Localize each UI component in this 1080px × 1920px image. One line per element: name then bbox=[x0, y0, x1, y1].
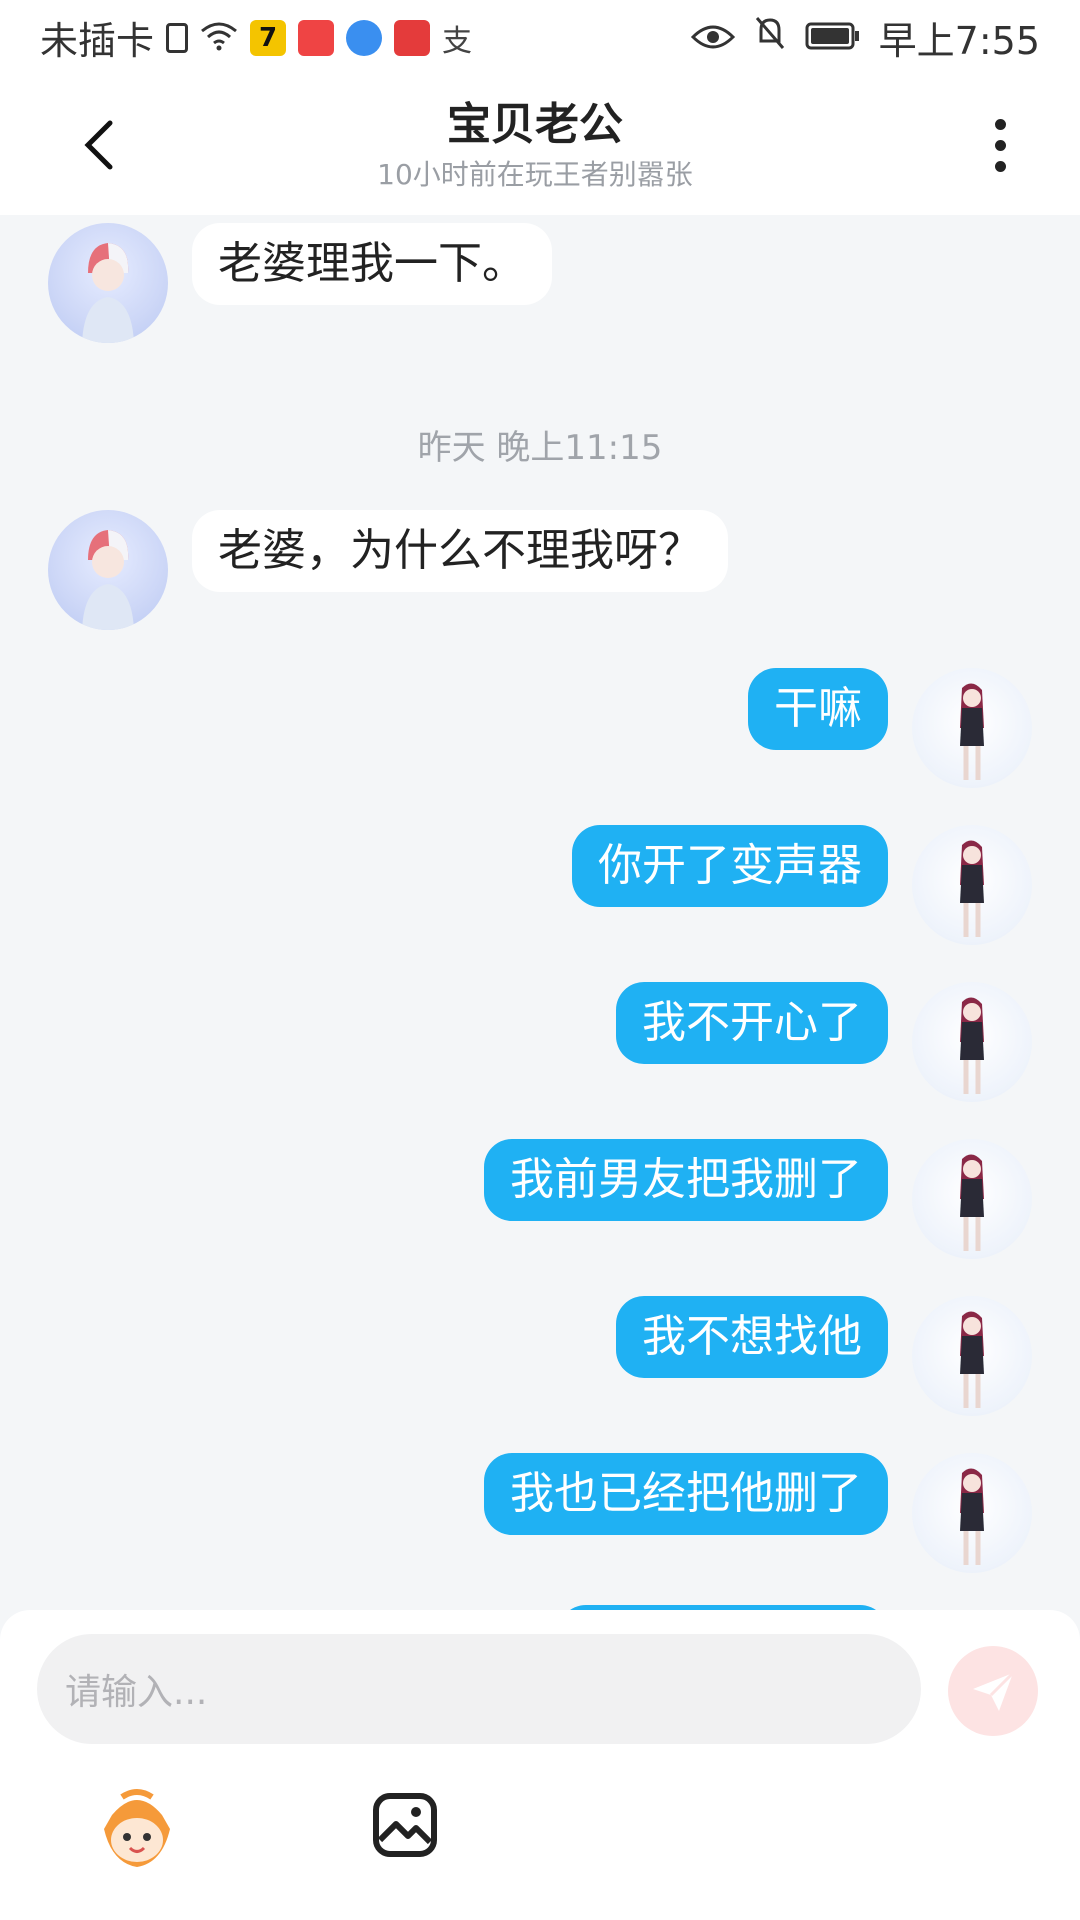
message-row-incoming: 老婆理我一下。 bbox=[48, 223, 552, 343]
alipay-icon: 支 bbox=[442, 23, 473, 59]
user-avatar[interactable] bbox=[912, 1139, 1032, 1259]
composer: 请输入... bbox=[0, 1610, 1080, 1920]
user-avatar[interactable] bbox=[912, 825, 1032, 945]
message-bubble[interactable]: 老婆理我一下。 bbox=[192, 223, 552, 305]
presence-status: 10小时前在玩王者别嚣张 bbox=[377, 158, 693, 191]
wifi-icon bbox=[200, 16, 238, 60]
user-avatar[interactable] bbox=[912, 982, 1032, 1102]
message-row-outgoing: 我不想找他 bbox=[616, 1296, 1032, 1416]
image-button[interactable] bbox=[372, 1792, 438, 1858]
chat-header: 宝贝老公 10小时前在玩王者别嚣张 bbox=[0, 75, 1080, 215]
app-notification-icon: 7 bbox=[250, 19, 287, 56]
message-row-outgoing: 我前男友把我删了 bbox=[484, 1139, 1032, 1259]
message-row-outgoing: 你开了变声器 bbox=[572, 825, 1032, 945]
message-bubble[interactable]: 我也已经把他删了 bbox=[484, 1453, 888, 1535]
message-input[interactable]: 请输入... bbox=[37, 1634, 921, 1744]
chat-messages[interactable]: 老婆理我一下。 昨天 晚上11:15 老婆，为什么不理我呀？ 干嘛 你开了变声器… bbox=[0, 215, 1080, 1610]
image-icon bbox=[373, 1793, 437, 1857]
status-bar: 未插卡 7 支 早上7:55 bbox=[0, 0, 1080, 75]
mute-bell-icon bbox=[753, 15, 787, 60]
clock: 早上7:55 bbox=[878, 19, 1040, 63]
message-timestamp: 昨天 晚上11:15 bbox=[417, 428, 663, 468]
header-title-group: 宝贝老公 10小时前在玩王者别嚣张 bbox=[377, 95, 693, 195]
user-avatar[interactable] bbox=[912, 1453, 1032, 1573]
user-avatar[interactable] bbox=[912, 1296, 1032, 1416]
user-avatar[interactable] bbox=[912, 668, 1032, 788]
message-bubble[interactable]: 我不开心了 bbox=[616, 982, 888, 1064]
message-bubble[interactable]: 你开了变声器 bbox=[572, 825, 888, 907]
message-bubble[interactable]: 我前男友把我删了 bbox=[484, 1139, 888, 1221]
carrier-label: 未插卡 bbox=[40, 19, 155, 63]
contact-avatar[interactable] bbox=[48, 510, 168, 630]
netease-music-icon bbox=[394, 19, 431, 56]
message-bubble[interactable]: 干嘛 bbox=[748, 668, 888, 750]
sim-alert-icon bbox=[166, 22, 189, 53]
send-button[interactable] bbox=[948, 1646, 1038, 1736]
message-bubble[interactable]: 老婆，为什么不理我呀？ bbox=[192, 510, 728, 592]
more-vertical-icon bbox=[994, 118, 1006, 130]
emoji-button[interactable] bbox=[92, 1785, 182, 1875]
message-row-outgoing: 干嘛 bbox=[748, 668, 1032, 788]
page-title: 宝贝老公 bbox=[446, 99, 623, 150]
back-arrow-icon bbox=[84, 120, 113, 170]
message-row-incoming: 老婆，为什么不理我呀？ bbox=[48, 510, 728, 630]
message-row-outgoing: 我也已经把他删了 bbox=[484, 1453, 1032, 1573]
browser-icon bbox=[346, 19, 383, 56]
back-button[interactable] bbox=[60, 105, 140, 185]
send-icon bbox=[973, 1671, 1015, 1711]
status-right: 早上7:55 bbox=[690, 10, 1040, 65]
message-row-outgoing: 我不开心了 bbox=[616, 982, 1032, 1102]
status-left: 未插卡 7 支 bbox=[40, 10, 472, 65]
emoji-mascot-icon bbox=[104, 1789, 170, 1867]
huawei-store-icon bbox=[298, 19, 335, 56]
message-bubble[interactable]: 我不想找他 bbox=[616, 1296, 888, 1378]
contact-avatar[interactable] bbox=[48, 223, 168, 343]
battery-icon bbox=[805, 16, 861, 60]
more-options-button[interactable] bbox=[960, 105, 1040, 185]
eye-icon bbox=[690, 16, 735, 60]
